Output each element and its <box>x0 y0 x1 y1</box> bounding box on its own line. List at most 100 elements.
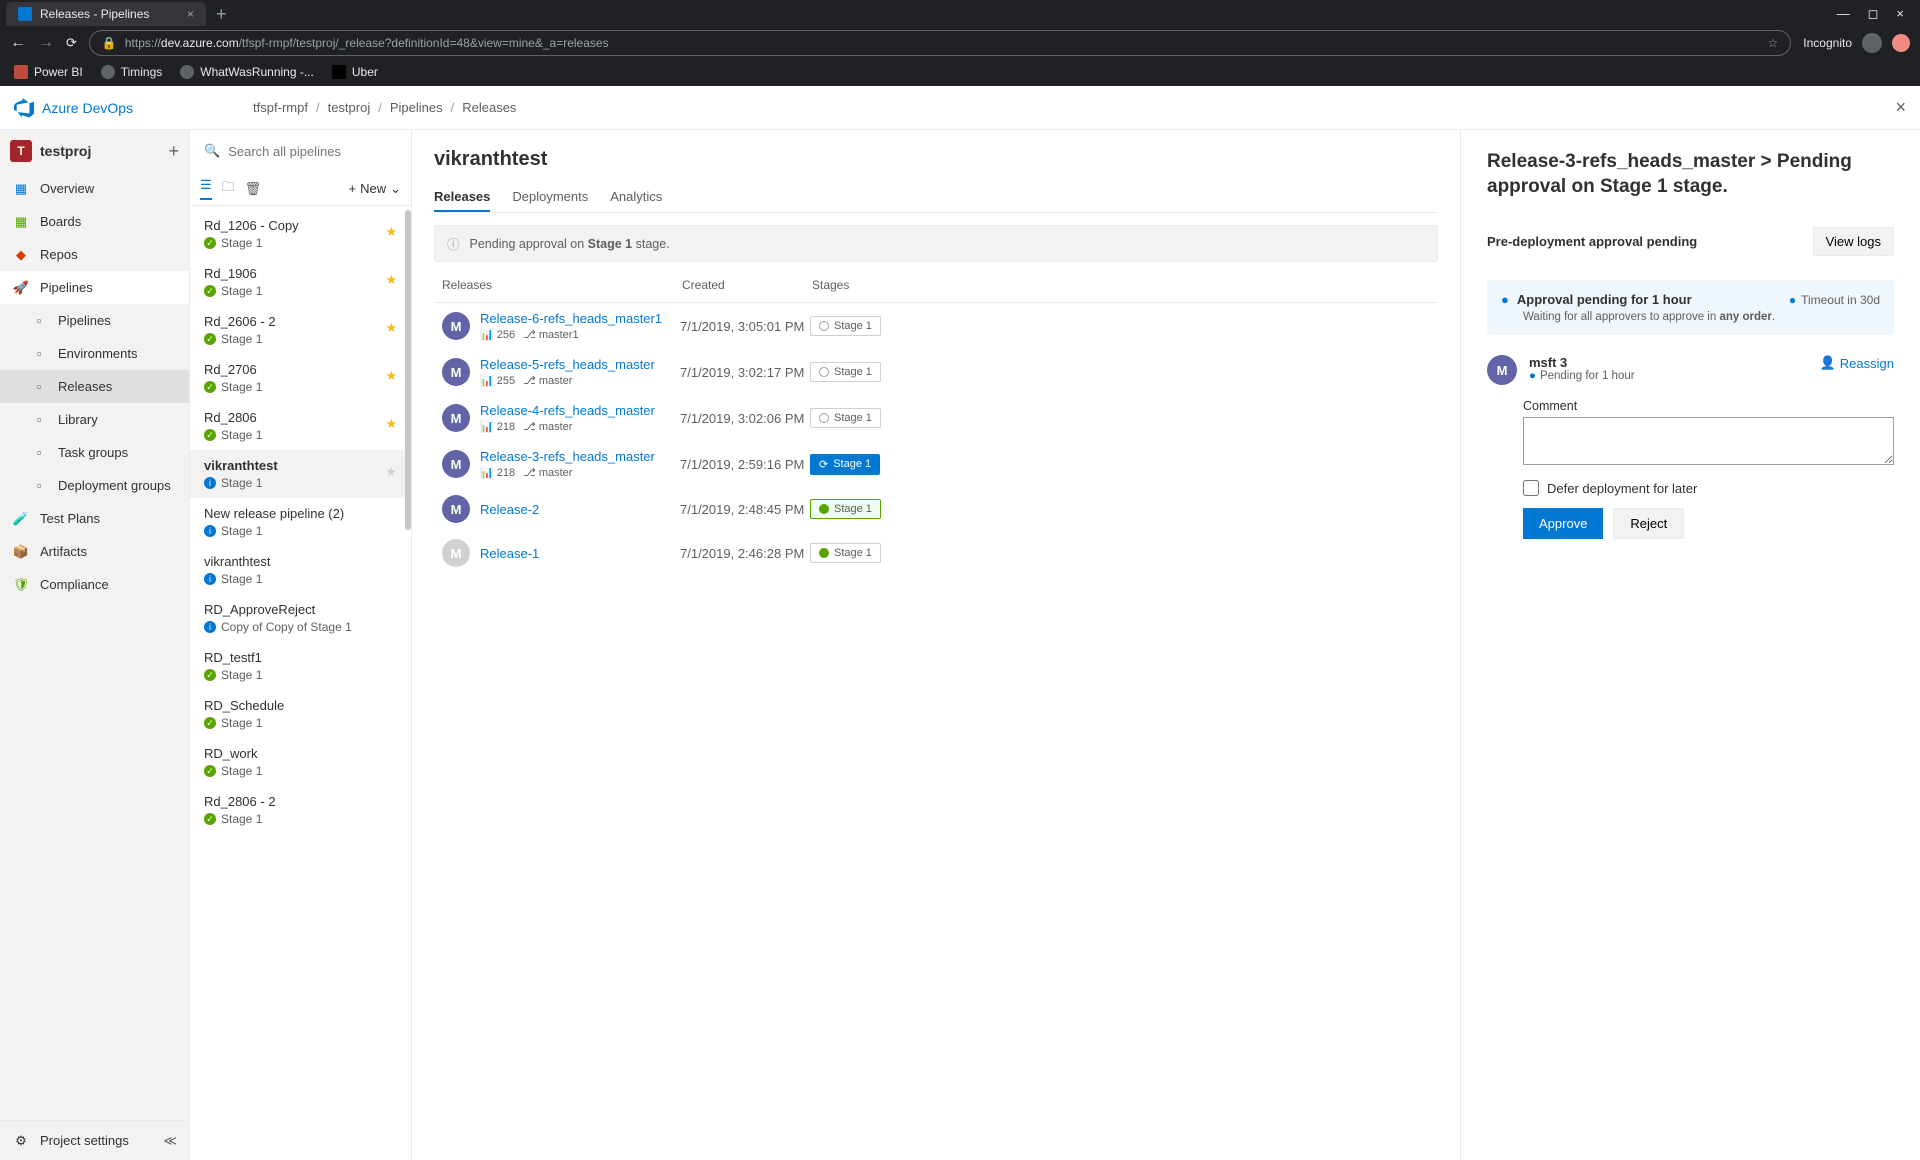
stage-chip[interactable]: Stage 1 <box>810 316 881 336</box>
tab-releases[interactable]: Releases <box>434 183 490 212</box>
nav-sub-label: Task groups <box>58 445 128 460</box>
favorite-star-icon[interactable]: ★ <box>385 368 397 384</box>
approve-button[interactable]: Approve <box>1523 508 1603 539</box>
nav-item-pipelines[interactable]: 🚀Pipelines <box>0 271 189 304</box>
pipeline-item[interactable]: Rd_2806 - 2✓Stage 1 <box>190 786 411 834</box>
scrollbar[interactable] <box>405 210 411 530</box>
bookmark-item[interactable]: WhatWasRunning -... <box>180 65 314 79</box>
stage-chip[interactable]: ⟳Stage 1 <box>810 454 880 475</box>
nav-sub-environments[interactable]: ▫Environments <box>0 337 189 370</box>
release-row[interactable]: M Release-2 7/1/2019, 2:48:45 PM Stage 1 <box>434 487 1438 531</box>
nav-item-compliance[interactable]: 🛡Compliance <box>0 568 189 601</box>
stage-chip[interactable]: Stage 1 <box>810 543 881 563</box>
stage-chip[interactable]: Stage 1 <box>810 499 881 519</box>
crumb[interactable]: tfspf-rmpf <box>253 100 308 115</box>
release-name-link[interactable]: Release-5-refs_heads_master <box>480 357 680 372</box>
nav-sub-pipelines[interactable]: ▫Pipelines <box>0 304 189 337</box>
comment-textarea[interactable] <box>1523 417 1894 465</box>
release-name-link[interactable]: Release-4-refs_heads_master <box>480 403 680 418</box>
bookmark-item[interactable]: Power BI <box>14 65 83 79</box>
delete-icon[interactable]: 🗑 <box>245 181 262 197</box>
release-name-link[interactable]: Release-2 <box>480 502 680 517</box>
defer-checkbox-row[interactable]: Defer deployment for later <box>1523 480 1894 496</box>
pipeline-item[interactable]: RD_work✓Stage 1 <box>190 738 411 786</box>
release-name-link[interactable]: Release-1 <box>480 546 680 561</box>
pipeline-item[interactable]: Rd_2606 - 2✓Stage 1★ <box>190 306 411 354</box>
favorite-star-icon[interactable]: ★ <box>385 320 397 336</box>
release-row[interactable]: M Release-3-refs_heads_master📊 218⎇ mast… <box>434 441 1438 487</box>
pipeline-item[interactable]: vikranthtestiStage 1 <box>190 546 411 594</box>
crumb[interactable]: testproj <box>328 100 371 115</box>
nav-sub-icon: ▫ <box>30 378 48 396</box>
collapse-nav-icon[interactable]: ≪ <box>163 1133 177 1149</box>
address-bar[interactable]: 🔒 https://dev.azure.com/tfspf-rmpf/testp… <box>89 30 1791 56</box>
bookmark-item[interactable]: Timings <box>101 65 163 79</box>
nav-item-repos[interactable]: ◆Repos <box>0 238 189 271</box>
pipeline-item[interactable]: vikranthtestiStage 1★ <box>190 450 411 498</box>
star-icon[interactable]: ☆ <box>1768 36 1779 50</box>
nav-sub-releases[interactable]: ▫Releases <box>0 370 189 403</box>
project-settings-link[interactable]: ⚙ Project settings ≪ <box>0 1120 189 1160</box>
pipeline-item[interactable]: Rd_2706✓Stage 1★ <box>190 354 411 402</box>
nav-item-artifacts[interactable]: 📦Artifacts <box>0 535 189 568</box>
release-row[interactable]: M Release-6-refs_heads_master1📊 256⎇ mas… <box>434 303 1438 349</box>
favorite-star-icon[interactable]: ★ <box>385 416 397 432</box>
crumb[interactable]: Releases <box>462 100 516 115</box>
tab-title: Releases - Pipelines <box>40 7 149 21</box>
favorite-star-icon[interactable]: ★ <box>385 272 397 288</box>
pipeline-search[interactable]: 🔍 <box>190 130 411 172</box>
folder-view-icon[interactable]: 🗀 <box>222 178 235 200</box>
close-panel-button[interactable]: × <box>1895 97 1906 118</box>
reject-button[interactable]: Reject <box>1613 508 1684 539</box>
pipeline-item[interactable]: Rd_1206 - Copy✓Stage 1★ <box>190 210 411 258</box>
stage-chip[interactable]: Stage 1 <box>810 408 881 428</box>
list-view-icon[interactable]: ☰ <box>200 177 212 200</box>
nav-item-boards[interactable]: ▦Boards <box>0 205 189 238</box>
pipeline-item[interactable]: RD_testf1✓Stage 1 <box>190 642 411 690</box>
release-name-link[interactable]: Release-6-refs_heads_master1 <box>480 311 680 326</box>
add-project-icon[interactable]: + <box>168 141 179 162</box>
release-name-link[interactable]: Release-3-refs_heads_master <box>480 449 680 464</box>
approver-row: M msft 3 ●Pending for 1 hour 👤Reassign <box>1487 355 1894 385</box>
reload-button[interactable]: ⟳ <box>66 35 77 51</box>
bookmark-item[interactable]: Uber <box>332 65 378 79</box>
pipeline-item[interactable]: RD_ApproveRejectiCopy of Copy of Stage 1 <box>190 594 411 642</box>
release-row[interactable]: M Release-5-refs_heads_master📊 255⎇ mast… <box>434 349 1438 395</box>
pipeline-name: vikranthtest <box>204 554 397 569</box>
nav-sub-library[interactable]: ▫Library <box>0 403 189 436</box>
close-window-icon[interactable]: × <box>1896 6 1904 22</box>
favorite-star-icon[interactable]: ★ <box>385 464 397 480</box>
view-logs-button[interactable]: View logs <box>1813 227 1894 256</box>
pipeline-item[interactable]: Rd_1906✓Stage 1★ <box>190 258 411 306</box>
pipeline-item[interactable]: New release pipeline (2)iStage 1 <box>190 498 411 546</box>
tab-analytics[interactable]: Analytics <box>610 183 662 212</box>
search-input[interactable] <box>228 144 404 159</box>
pipeline-item[interactable]: Rd_2806✓Stage 1★ <box>190 402 411 450</box>
minimize-icon[interactable]: — <box>1837 6 1850 22</box>
project-selector[interactable]: T testproj + <box>0 130 189 172</box>
favorite-star-icon[interactable]: ★ <box>385 224 397 240</box>
nav-sub-task-groups[interactable]: ▫Task groups <box>0 436 189 469</box>
forward-button[interactable]: → <box>38 34 54 52</box>
nav-item-test-plans[interactable]: 🧪Test Plans <box>0 502 189 535</box>
brand-label[interactable]: Azure DevOps <box>42 100 133 116</box>
release-row[interactable]: M Release-1 7/1/2019, 2:46:28 PM Stage 1 <box>434 531 1438 575</box>
browser-tab[interactable]: Releases - Pipelines × <box>6 2 206 26</box>
reassign-link[interactable]: 👤Reassign <box>1820 355 1894 371</box>
new-tab-button[interactable]: + <box>216 4 227 25</box>
stage-chip[interactable]: Stage 1 <box>810 362 881 382</box>
approval-panel: Release-3-refs_heads_master > Pending ap… <box>1460 130 1920 1160</box>
defer-checkbox[interactable] <box>1523 480 1539 496</box>
maximize-icon[interactable]: ◻ <box>1868 6 1879 22</box>
nav-sub-deployment-groups[interactable]: ▫Deployment groups <box>0 469 189 502</box>
new-pipeline-button[interactable]: + New ⌄ <box>348 181 401 197</box>
release-row[interactable]: M Release-4-refs_heads_master📊 218⎇ mast… <box>434 395 1438 441</box>
nav-item-overview[interactable]: ▦Overview <box>0 172 189 205</box>
pipeline-item[interactable]: RD_Schedule✓Stage 1 <box>190 690 411 738</box>
back-button[interactable]: ← <box>10 34 26 52</box>
tab-deployments[interactable]: Deployments <box>512 183 588 212</box>
incognito-icon[interactable] <box>1862 33 1882 53</box>
close-tab-icon[interactable]: × <box>187 7 194 21</box>
crumb[interactable]: Pipelines <box>390 100 443 115</box>
user-avatar-icon[interactable] <box>1892 34 1910 52</box>
